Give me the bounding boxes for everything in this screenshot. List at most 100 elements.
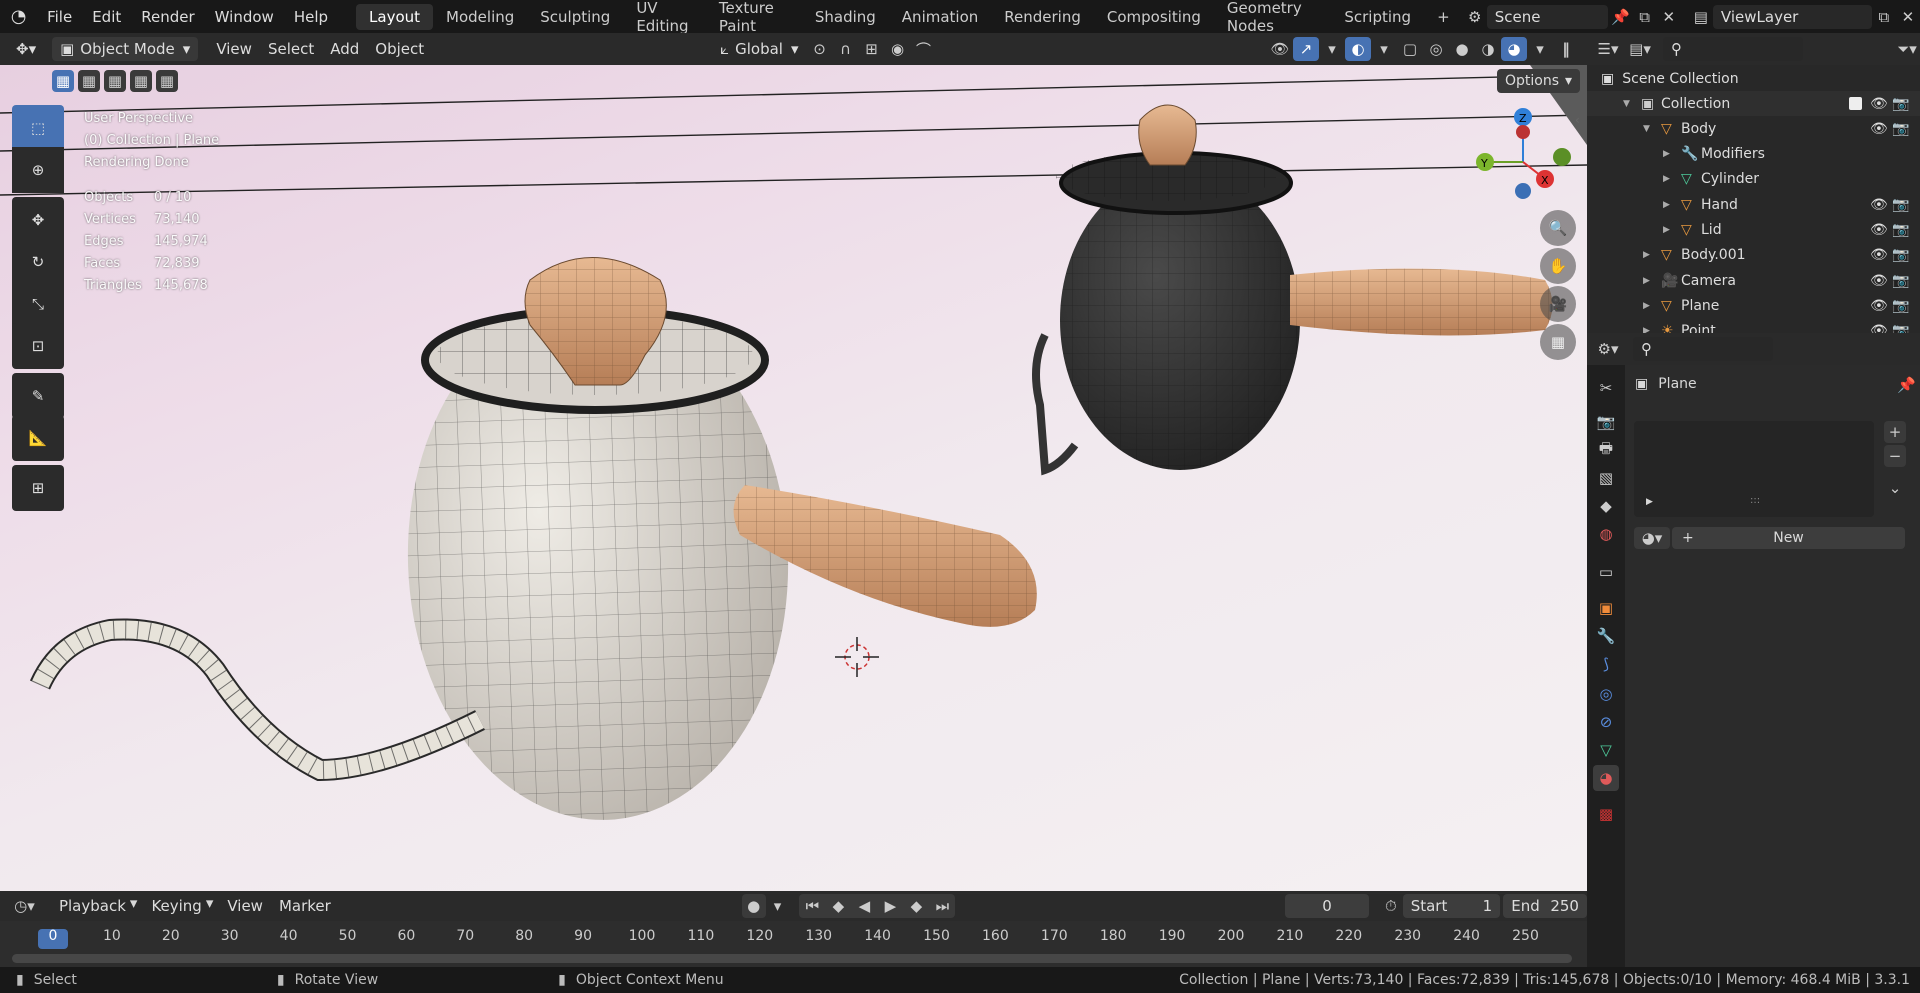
pin-scene-icon[interactable]: 📌 — [1608, 5, 1632, 29]
tab-rendering[interactable]: Rendering — [991, 4, 1094, 30]
filter-icon[interactable]: ⏷▾ — [1894, 37, 1920, 61]
end-frame-field[interactable]: End 250 — [1503, 894, 1587, 918]
tab-animation[interactable]: Animation — [889, 4, 991, 30]
eye-icon[interactable]: 👁 — [1870, 247, 1888, 263]
disclosure-triangle-icon[interactable]: ▶ — [1663, 174, 1670, 184]
render-camera-icon[interactable]: 📷 — [1892, 121, 1909, 137]
eye-icon[interactable]: 👁 — [1870, 273, 1888, 289]
scale-tool-icon[interactable]: ⤡ — [12, 281, 64, 327]
add-slot-button[interactable]: + — [1884, 421, 1906, 443]
view-layer-field[interactable]: ViewLayer — [1712, 4, 1872, 29]
move-tool-icon[interactable]: ✥ — [12, 197, 64, 243]
view-layer-icon[interactable]: ▤ — [1689, 5, 1713, 29]
eye-icon[interactable]: 👁 — [1870, 197, 1888, 213]
preview-range-icon[interactable]: ⏱ — [1379, 894, 1403, 918]
outliner-row-modifiers[interactable]: ▶ 🔧 Modifiers — [1587, 142, 1920, 167]
properties-search-input[interactable]: ⚲ — [1633, 337, 1773, 361]
overlay-toggle-icon[interactable]: ◐ — [1345, 37, 1371, 61]
viewport-menu-add[interactable]: Add — [322, 37, 367, 61]
tab-uv-editing[interactable]: UV Editing — [623, 0, 706, 35]
menu-file[interactable]: File — [37, 4, 82, 30]
particles-tab-icon[interactable]: ⟆ — [1593, 651, 1619, 677]
material-shading-icon[interactable]: ◑ — [1475, 37, 1501, 61]
physics-tab-icon[interactable]: ◎ — [1593, 681, 1619, 707]
outliner-row-body[interactable]: ▼ ▽ Body 👁 📷 — [1587, 116, 1920, 141]
remove-slot-button[interactable]: − — [1884, 445, 1906, 467]
add-workspace-button[interactable]: + — [1424, 4, 1463, 30]
viewport-menu-select[interactable]: Select — [260, 37, 322, 61]
outliner-row-lid[interactable]: ▶ ▽ Lid 👁 📷 — [1587, 218, 1920, 243]
menu-edit[interactable]: Edit — [82, 4, 131, 30]
outliner-editor-type-icon[interactable]: ☰▾ — [1595, 37, 1621, 61]
timeline-menu-playback[interactable]: Playback — [51, 894, 134, 918]
eye-icon[interactable]: 👁 — [1870, 298, 1888, 314]
shading-dropdown-icon[interactable]: ▾ — [1527, 37, 1553, 61]
rendered-shading-icon[interactable]: ◕ — [1501, 37, 1527, 61]
snap-target-icon[interactable]: ⊞ — [859, 37, 885, 61]
select-subtract-icon[interactable]: ▦ — [104, 70, 126, 92]
blender-logo-icon[interactable]: ◔ — [0, 6, 37, 27]
select-intersect-icon[interactable]: ▦ — [156, 70, 178, 92]
gizmo-toggle-icon[interactable]: ↗ — [1293, 37, 1319, 61]
disclosure-triangle-icon[interactable]: ▶ — [1663, 200, 1670, 210]
slot-menu-icon[interactable]: ⌄ — [1884, 477, 1906, 499]
new-scene-icon[interactable]: ⧉ — [1633, 5, 1657, 29]
properties-editor-type-icon[interactable]: ⚙▾ — [1595, 337, 1621, 361]
new-view-layer-icon[interactable]: ⧉ — [1872, 5, 1896, 29]
menu-window[interactable]: Window — [205, 4, 284, 30]
editor-type-icon[interactable]: ✥▾ — [8, 37, 44, 61]
collection-tab-icon[interactable]: ▭ — [1593, 559, 1619, 585]
eye-icon[interactable]: 👁 — [1870, 96, 1888, 112]
disclosure-triangle-icon[interactable]: ▶ — [1643, 250, 1650, 260]
mode-dropdown[interactable]: ▣ Object Mode ▾ — [52, 37, 199, 61]
disclosure-triangle-icon[interactable]: ▶ — [1643, 301, 1650, 311]
timeline-menu-keying[interactable]: Keying — [143, 894, 209, 918]
measure-tool-icon[interactable]: 📐 — [12, 415, 64, 461]
render-camera-icon[interactable]: 📷 — [1892, 222, 1909, 238]
menu-render[interactable]: Render — [131, 4, 204, 30]
eye-icon[interactable]: 👁 — [1870, 121, 1888, 137]
pivot-point-icon[interactable]: ⊙ — [807, 37, 833, 61]
tab-shading[interactable]: Shading — [802, 4, 889, 30]
select-extend-icon[interactable]: ▦ — [78, 70, 100, 92]
display-mode-icon[interactable]: ▤▾ — [1627, 37, 1653, 61]
material-slots-list[interactable]: ▶ ::: — [1634, 421, 1874, 517]
proportional-edit-icon[interactable]: ◉ — [885, 37, 911, 61]
scene-tab-icon[interactable]: ◆ — [1593, 493, 1619, 519]
delete-scene-icon[interactable]: ✕ — [1657, 5, 1681, 29]
select-new-icon[interactable]: ▦ — [52, 70, 74, 92]
exclude-checkbox[interactable] — [1849, 97, 1862, 110]
scene-collection-row[interactable]: ▣ Scene Collection — [1587, 66, 1920, 91]
jump-next-key-icon[interactable]: ◆ — [903, 894, 929, 918]
world-tab-icon[interactable]: ◍ — [1593, 521, 1619, 547]
zoom-icon[interactable]: 🔍 — [1540, 210, 1576, 246]
timeline[interactable]: 0 10 20 30 40 50 60 70 80 90 100 110 120 130 140 150 160… — [0, 921, 1587, 967]
material-tab-icon[interactable]: ◕ — [1593, 765, 1619, 791]
tab-geometry-nodes[interactable]: Geometry Nodes — [1214, 0, 1331, 35]
outliner-row-body-001[interactable]: ▶ ▽ Body.001 👁 📷 — [1587, 243, 1920, 268]
gizmo-dropdown-icon[interactable]: ▾ — [1319, 37, 1345, 61]
list-resize-handle[interactable]: ::: — [1750, 495, 1760, 506]
render-camera-icon[interactable]: 📷 — [1892, 298, 1909, 314]
select-invert-icon[interactable]: ▦ — [130, 70, 152, 92]
timeline-menu-marker[interactable]: Marker — [271, 894, 339, 918]
perspective-toggle-icon[interactable]: ▦ — [1540, 324, 1576, 360]
outliner-row-camera[interactable]: ▶ 🎥 Camera 👁 📷 — [1587, 268, 1920, 293]
timeline-scrollbar[interactable] — [12, 954, 1572, 963]
current-frame-field[interactable]: 0 — [1285, 894, 1369, 918]
pin-icon[interactable]: 📌 — [1897, 376, 1916, 394]
auto-keying-icon[interactable]: ● — [741, 894, 766, 918]
render-tab-icon[interactable]: 📷 — [1593, 409, 1619, 435]
viewport-menu-object[interactable]: Object — [367, 37, 432, 61]
sidebar-collapse-icon[interactable]: ‹ — [1575, 113, 1580, 127]
timeline-editor-type-icon[interactable]: ◷▾ — [8, 894, 41, 918]
tab-sculpting[interactable]: Sculpting — [527, 4, 623, 30]
tab-texture-paint[interactable]: Texture Paint — [706, 0, 802, 35]
new-material-button[interactable]: + New — [1672, 527, 1905, 549]
output-tab-icon[interactable]: 🖶 — [1593, 437, 1619, 463]
overlay-dropdown-icon[interactable]: ▾ — [1371, 37, 1397, 61]
delete-view-layer-icon[interactable]: ✕ — [1896, 5, 1920, 29]
render-camera-icon[interactable]: 📷 — [1892, 247, 1909, 263]
object-tab-icon[interactable]: ▣ — [1593, 595, 1619, 621]
disclosure-triangle-icon[interactable]: ▼ — [1623, 99, 1630, 109]
